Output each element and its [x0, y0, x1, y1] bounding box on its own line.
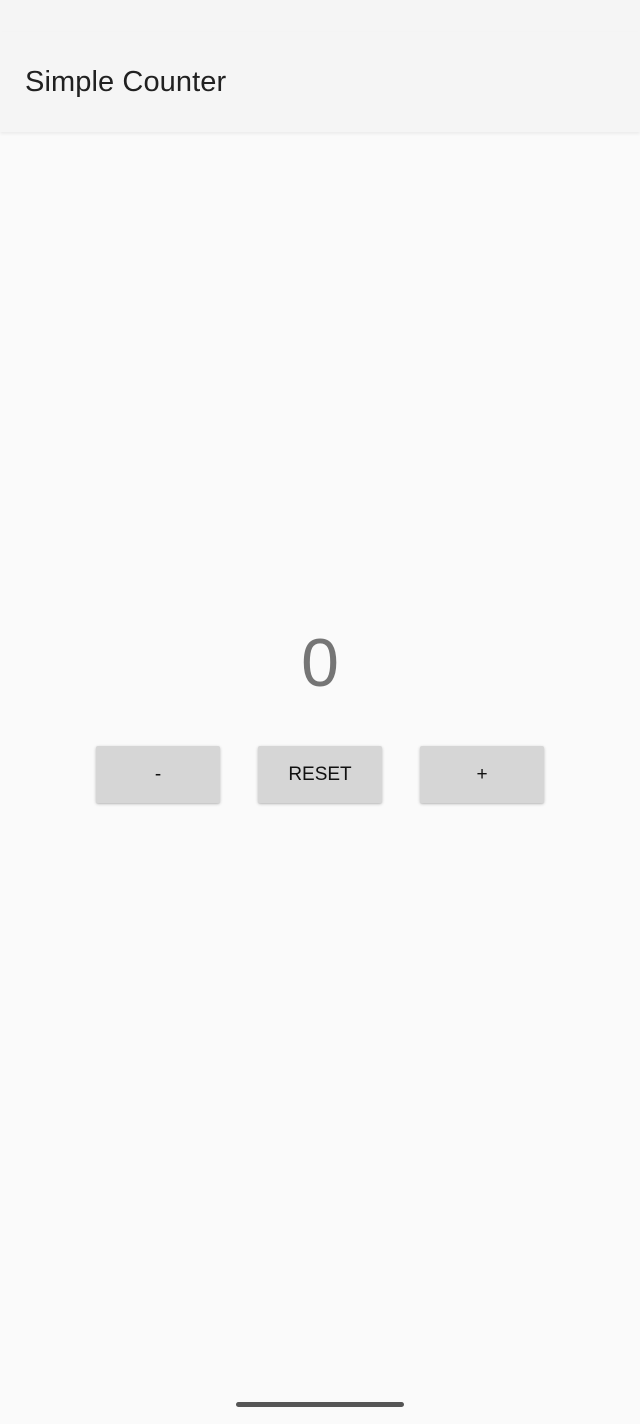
decrement-button[interactable]: -: [96, 746, 220, 803]
page-title: Simple Counter: [25, 66, 227, 98]
status-bar: [0, 0, 640, 32]
increment-button[interactable]: +: [420, 746, 544, 803]
reset-button[interactable]: RESET: [258, 746, 382, 803]
main-content: 0 - RESET +: [0, 132, 640, 1392]
app-bar: Simple Counter: [0, 32, 640, 132]
home-indicator[interactable]: [236, 1402, 404, 1407]
app-screen: Simple Counter 0 - RESET +: [0, 0, 640, 1424]
counter-value: 0: [301, 625, 339, 701]
